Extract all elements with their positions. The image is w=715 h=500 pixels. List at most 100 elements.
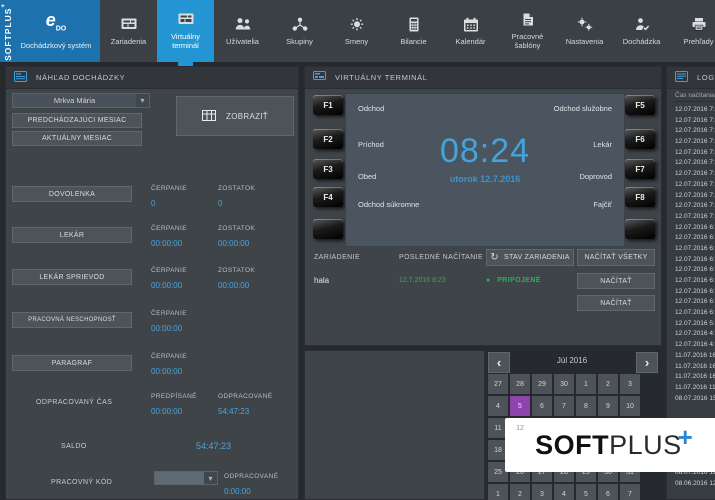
log-row[interactable]: 12.07.2016 7:22 [675,137,715,148]
calendar-day[interactable]: 29 [532,374,552,394]
calendar-day[interactable]: 1 [576,374,596,394]
calendar-day[interactable]: 9 [598,396,618,416]
calendar-day[interactable]: 4 [554,484,574,500]
calendar-day[interactable]: 6 [598,484,618,500]
log-row[interactable]: 11.07.2016 16:08 [675,362,715,373]
calendar-day[interactable]: 12 [510,418,530,438]
calendar-day[interactable]: 8 [576,396,596,416]
app-window: SOFTPLUS+ eDO Dochádzkový systém Zariade… [0,0,715,500]
usage-header: ČERPANIE [151,267,187,274]
log-row[interactable]: 12.07.2016 5:57 [675,319,715,330]
previous-month-button[interactable]: PREDCHÁDZAJÚCI MESIAC [12,113,142,128]
log-row[interactable]: 08.06.2016 12:13 [675,479,715,490]
calendar-day[interactable]: 5 [576,484,596,500]
calendar-day[interactable]: 30 [554,374,574,394]
log-row[interactable]: 12.07.2016 7:07 [675,180,715,191]
refresh-icon: ↻ [490,252,499,263]
fkey-f3[interactable]: F3 [313,159,343,179]
sick-leave-button[interactable]: PRACOVNÁ NESCHOPNOSŤ [12,312,132,328]
watermark-plus-icon: + [678,422,693,453]
log-row[interactable]: 12.07.2016 6:30 [675,308,715,319]
log-row[interactable]: 12.07.2016 4:43 [675,340,715,351]
log-row[interactable]: 12.07.2016 7:24 [675,105,715,116]
log-row[interactable]: 12.07.2016 7:22 [675,126,715,137]
fkey-f4[interactable]: F4 [313,187,343,207]
calendar-day[interactable]: 3 [620,374,640,394]
log-row[interactable]: 12.07.2016 7:13 [675,148,715,159]
employee-select[interactable]: Mrkva Mária ▾ [12,93,150,108]
fkey-f8[interactable]: F8 [625,187,655,207]
log-row[interactable]: 12.07.2016 6:41 [675,287,715,298]
calendar-day[interactable]: 2 [510,484,530,500]
calendar-day[interactable]: 10 [620,396,640,416]
log-row[interactable]: 11.07.2016 16:18 [675,351,715,362]
doctor-remaining-value: 00:00:00 [218,239,249,248]
tab-bilancie[interactable]: Bilancie [385,0,442,62]
calendar-day[interactable]: 27 [488,374,508,394]
log-row[interactable]: 12.07.2016 6:54 [675,223,715,234]
tab-label: Bilancie [398,37,428,46]
log-row[interactable]: 12.07.2016 7:23 [675,116,715,127]
load-device-button[interactable]: NAČÍTAŤ [577,295,655,311]
doctor-escort-button[interactable]: LEKÁR SPRIEVOD [12,269,132,285]
log-row[interactable]: 12.07.2016 6:43 [675,276,715,287]
log-row[interactable]: 12.07.2016 7:10 [675,158,715,169]
fkey-f1[interactable]: F1 [313,95,343,115]
calendar-day[interactable]: 7 [554,396,574,416]
log-row[interactable]: 12.07.2016 7:05 [675,191,715,202]
load-all-button[interactable]: NAČÍTAŤ VŠETKY [577,249,655,266]
log-row[interactable]: 11.07.2016 16:02 [675,372,715,383]
tab-pracovne-sablony[interactable]: Pracovné šablóny [499,0,556,62]
tab-label: Zariadenia [109,37,148,46]
tab-dochadzka[interactable]: Dochádzka [613,0,670,62]
tab-virtualny-terminal[interactable]: Virtuálny terminál [157,0,214,62]
log-row[interactable]: 12.07.2016 4:57 [675,329,715,340]
log-row[interactable]: 12.07.2016 6:44 [675,265,715,276]
paragraph-button[interactable]: PARAGRAF [12,355,132,371]
tab-uzivatelia[interactable]: Užívatelia [214,0,271,62]
calendar-next-button[interactable]: › [636,352,658,373]
calendar-day[interactable]: 3 [532,484,552,500]
log-row[interactable]: 12.07.2016 6:36 [675,297,715,308]
tab-nastavenia[interactable]: Nastavenia [556,0,613,62]
calendar-prev-button[interactable]: ‹ [488,352,510,373]
calendar-day[interactable]: 1 [488,484,508,500]
calendar-day[interactable]: 4 [488,396,508,416]
calendar-day[interactable]: 2 [598,374,618,394]
log-row[interactable]: 11.07.2016 11:58 [675,383,715,394]
log-row[interactable]: 12.07.2016 6:44 [675,255,715,266]
doctor-button[interactable]: LEKÁR [12,227,132,243]
log-row[interactable] [675,404,715,415]
brand-block[interactable]: SOFTPLUS+ eDO Dochádzkový systém [0,0,100,62]
log-row[interactable]: 12.07.2016 7:02 [675,212,715,223]
show-button[interactable]: ZOBRAZIŤ [176,96,294,136]
tab-prehlady[interactable]: Prehľady [670,0,715,62]
work-code-select[interactable]: ▾ [154,471,218,485]
log-row[interactable]: 12.07.2016 7:05 [675,201,715,212]
tab-kalendar[interactable]: Kalendár [442,0,499,62]
log-row[interactable]: 12.07.2016 6:53 [675,244,715,255]
calendar-day[interactable]: 5 [510,396,530,416]
app-logo: eDO Dochádzkový systém [0,0,100,62]
log-row[interactable]: 12.07.2016 6:54 [675,233,715,244]
tab-zariadenia[interactable]: Zariadenia [100,0,157,62]
log-row[interactable]: 08.07.2016 15:32 [675,394,715,405]
attendance-panel-header: NÁHĽAD DOCHÁDZKY [6,67,298,89]
fkey-blank-right[interactable] [625,219,655,239]
fkey-f6[interactable]: F6 [625,129,655,149]
current-month-button[interactable]: AKTUÁLNY MESIAC [12,131,142,146]
fkey-f2[interactable]: F2 [313,129,343,149]
calendar-day[interactable]: 28 [510,374,530,394]
log-row[interactable]: 12.07.2016 7:07 [675,169,715,180]
device-status-button[interactable]: ↻ STAV ZARIADENIA [486,249,574,266]
tab-smeny[interactable]: Smeny [328,0,385,62]
fkey-f5[interactable]: F5 [625,95,655,115]
vacation-button[interactable]: DOVOLENKA [12,186,132,202]
calendar-day[interactable]: 7 [620,484,640,500]
fkey-blank-left[interactable] [313,219,343,239]
tab-skupiny[interactable]: Skupiny [271,0,328,62]
calendar-day[interactable]: 6 [532,396,552,416]
edo-logo: eDO [46,12,67,38]
fkey-f7[interactable]: F7 [625,159,655,179]
load-device-button[interactable]: NAČÍTAŤ [577,273,655,289]
